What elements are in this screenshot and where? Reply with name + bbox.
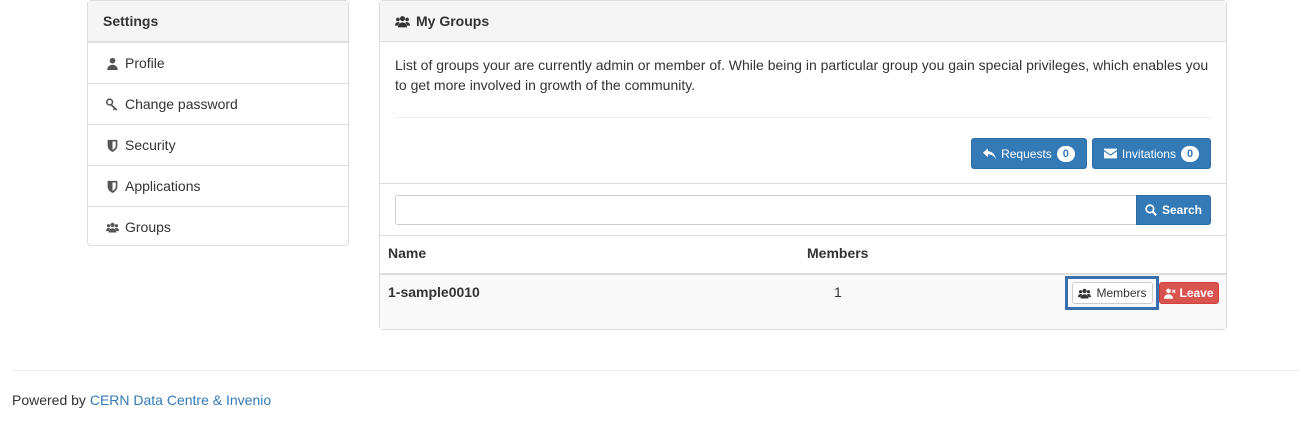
column-header-name: Name <box>388 245 427 261</box>
divider <box>395 117 1211 118</box>
sidebar-item-label: Groups <box>125 219 171 235</box>
divider <box>380 183 1226 184</box>
sidebar-item-label: Applications <box>125 178 201 194</box>
user-remove-icon <box>1164 288 1177 299</box>
key-icon <box>105 97 119 111</box>
footer-prefix: Powered by <box>12 392 86 408</box>
members-button[interactable]: Members <box>1072 282 1153 304</box>
sidebar-title: Settings <box>88 1 348 42</box>
sidebar-item-security[interactable]: Security <box>88 124 348 165</box>
users-icon <box>395 15 410 27</box>
envelope-icon <box>1103 148 1117 159</box>
sidebar-item-label: Change password <box>125 96 238 112</box>
member-count: 1 <box>834 284 842 300</box>
sidebar-item-change-password[interactable]: Change password <box>88 83 348 124</box>
sidebar-item-label: Profile <box>125 55 165 71</box>
user-icon <box>105 56 119 70</box>
sidebar-item-groups[interactable]: Groups <box>88 206 348 247</box>
users-icon <box>105 220 119 234</box>
leave-button[interactable]: Leave <box>1159 282 1219 304</box>
groups-description: List of groups your are currently admin … <box>395 57 1209 93</box>
reply-icon <box>983 147 997 159</box>
my-groups-panel: My Groups List of groups your are curren… <box>379 0 1227 330</box>
requests-count-badge: 0 <box>1056 145 1075 162</box>
leave-button-label: Leave <box>1179 286 1214 300</box>
sidebar-item-label: Security <box>125 137 176 153</box>
panel-title-text: My Groups <box>416 13 490 29</box>
column-header-members: Members <box>807 245 869 261</box>
sidebar-item-applications[interactable]: Applications <box>88 165 348 206</box>
search-button-label: Search <box>1161 203 1203 217</box>
shield-icon <box>105 179 119 193</box>
group-name: 1-sample0010 <box>388 284 480 300</box>
sidebar-item-profile[interactable]: Profile <box>88 42 348 83</box>
search-icon <box>1145 204 1157 216</box>
invitations-count-badge: 0 <box>1180 145 1200 162</box>
footer-divider <box>12 370 1300 371</box>
invitations-label: Invitations <box>1121 146 1176 161</box>
settings-sidebar: Settings Profile Change password Securit… <box>87 0 349 246</box>
requests-button[interactable]: Requests 0 <box>971 138 1087 169</box>
members-button-label: Members <box>1096 286 1147 300</box>
footer: Powered by CERN Data Centre & Invenio <box>12 392 271 408</box>
divider <box>380 235 1226 236</box>
search-input[interactable] <box>395 195 1137 225</box>
requests-label: Requests <box>1001 146 1052 161</box>
footer-link[interactable]: CERN Data Centre & Invenio <box>90 392 271 408</box>
search-button[interactable]: Search <box>1136 195 1211 225</box>
shield-icon <box>105 138 119 152</box>
users-icon <box>1078 288 1092 299</box>
panel-title: My Groups <box>380 1 1226 42</box>
invitations-button[interactable]: Invitations 0 <box>1092 138 1211 169</box>
